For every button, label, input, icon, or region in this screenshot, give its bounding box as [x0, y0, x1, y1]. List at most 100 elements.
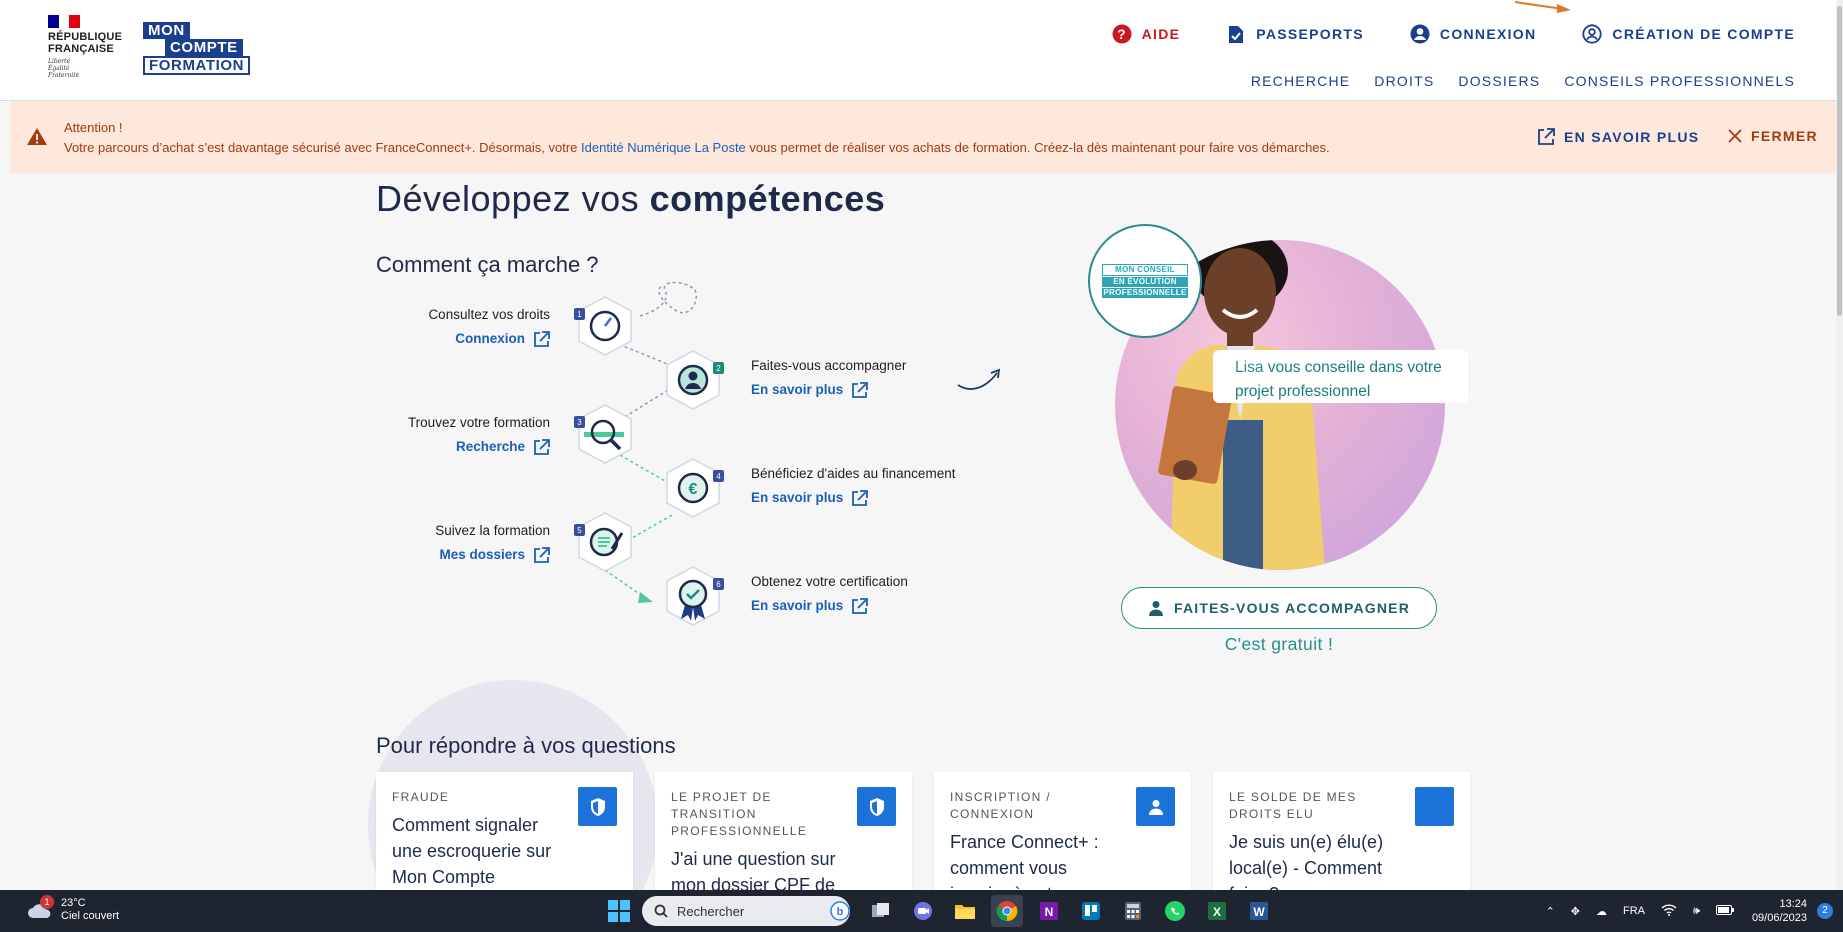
faq-card-inscription[interactable]: INSCRIPTION / CONNEXION France Connect+ … — [934, 772, 1191, 892]
card-category: LE SOLDE DE MES DROITS ELU — [1229, 790, 1357, 821]
alert-banner: Attention ! Votre parcours d’achat s’est… — [10, 101, 1843, 173]
rf-line2: FRANÇAISE — [48, 43, 114, 55]
step-4: Bénéficiez d'aides au financement En sav… — [751, 462, 1011, 510]
alert-message-start: Votre parcours d’achat s’est davantage s… — [64, 140, 582, 155]
logo-word-mon: MON — [143, 22, 190, 39]
wifi-icon[interactable] — [1661, 903, 1677, 919]
chevron-up-icon[interactable]: ⌃ — [1546, 905, 1555, 918]
external-link-icon — [534, 438, 550, 455]
step-1: Consultez vos droits Connexion — [380, 303, 550, 351]
connexion-link[interactable]: CONNEXION — [1410, 24, 1537, 44]
onedrive-icon[interactable]: ☁ — [1596, 905, 1607, 918]
step-4-link[interactable]: En savoir plus — [751, 486, 869, 510]
step3-recherche-icon: 3 — [574, 404, 632, 464]
step-6-link[interactable]: En savoir plus — [751, 594, 869, 618]
step2-accompagner-icon: 2 — [666, 350, 724, 410]
warning-icon — [27, 128, 47, 145]
user-circle-icon — [1410, 24, 1430, 44]
shield-icon — [578, 787, 617, 826]
language-indicator[interactable]: FRA — [1623, 905, 1645, 917]
external-link-icon — [534, 330, 550, 347]
category-icon — [1415, 787, 1454, 826]
task-view-icon[interactable] — [865, 895, 897, 927]
fermer-label: FERMER — [1751, 128, 1818, 144]
external-link-icon — [852, 489, 869, 506]
free-text: C'est gratuit ! — [1224, 634, 1334, 654]
alert-title: Attention ! — [64, 120, 123, 135]
windows-taskbar: 1 23°C Ciel couvert Rechercher b N X W ⌃ … — [0, 890, 1843, 932]
logo-word-compte: COMPTE — [165, 39, 243, 56]
step-number-1: 1 — [577, 310, 582, 319]
weather-widget[interactable]: 1 23°C Ciel couvert — [27, 895, 120, 923]
weather-badge: 1 — [40, 895, 54, 909]
nav-recherche[interactable]: RECHERCHE — [1251, 73, 1350, 89]
onenote-icon[interactable]: N — [1033, 895, 1065, 927]
word-icon[interactable]: W — [1243, 895, 1275, 927]
faites-vous-accompagner-button[interactable]: FAITES-VOUS ACCOMPAGNER — [1121, 587, 1437, 629]
help-icon: ? — [1112, 24, 1132, 44]
search-icon — [654, 904, 668, 918]
excel-icon[interactable]: X — [1201, 895, 1233, 927]
step6-certification-icon: 6 — [666, 566, 724, 626]
step-1-link[interactable]: Connexion — [455, 327, 550, 351]
fermer-button[interactable]: FERMER — [1728, 128, 1818, 144]
nav-dossiers[interactable]: DOSSIERS — [1458, 73, 1540, 89]
faq-card-solde-elu[interactable]: LE SOLDE DE MES DROITS ELU Je suis un(e)… — [1213, 772, 1470, 892]
connexion-label: CONNEXION — [1439, 26, 1537, 42]
clock[interactable]: 13:24 09/06/2023 — [1752, 897, 1807, 925]
en-savoir-plus-label: EN SAVOIR PLUS — [1564, 129, 1700, 145]
dropbox-icon[interactable]: ✥ — [1571, 905, 1580, 918]
rf-motto1: Liberté — [48, 58, 71, 65]
rf-line1: RÉPUBLIQUE — [48, 31, 123, 43]
step-1-link-label: Connexion — [455, 331, 525, 346]
calculator-icon[interactable] — [1117, 895, 1149, 927]
svg-text:X: X — [1213, 905, 1221, 919]
battery-icon[interactable] — [1715, 904, 1734, 918]
chrome-icon[interactable] — [991, 895, 1023, 927]
creation-compte-label: CRÉATION DE COMPTE — [1612, 26, 1795, 42]
passeports-link[interactable]: PASSEPORTS — [1226, 24, 1364, 44]
weather-condition: Ciel couvert — [61, 910, 120, 922]
whatsapp-icon[interactable] — [1159, 895, 1191, 927]
aide-link[interactable]: ? AIDE — [1112, 24, 1181, 44]
nav-droits[interactable]: DROITS — [1374, 73, 1434, 89]
faq-card-fraude[interactable]: FRAUDE Comment signaler une escroquerie … — [376, 772, 633, 892]
page-scrollbar[interactable] — [1836, 0, 1843, 890]
card-category: FRAUDE — [392, 790, 450, 804]
teams-chat-icon[interactable] — [907, 895, 939, 927]
identite-numerique-link[interactable]: Identité Numérique La Poste — [581, 140, 746, 155]
file-explorer-icon[interactable] — [949, 895, 981, 927]
trello-icon[interactable] — [1075, 895, 1107, 927]
page-title-start: Développez vos — [376, 178, 650, 219]
step-number-4: 4 — [716, 472, 721, 481]
taskbar-search[interactable]: Rechercher b — [642, 896, 850, 926]
bing-icon: b — [830, 901, 850, 921]
mon-conseil-badge: MON CONSEIL EN ÉVOLUTION PROFESSIONNELLE — [1088, 224, 1202, 338]
step-5-link-label: Mes dossiers — [439, 547, 525, 562]
svg-text:b: b — [837, 906, 844, 918]
scrollbar-thumb[interactable] — [1837, 6, 1842, 316]
step-2-link[interactable]: En savoir plus — [751, 378, 869, 402]
step-6: Obtenez votre certification En savoir pl… — [751, 570, 1011, 618]
step-3-link[interactable]: Recherche — [456, 435, 550, 459]
step-3: Trouvez votre formation Recherche — [380, 411, 550, 459]
svg-text:N: N — [1045, 905, 1054, 919]
card-category: LE PROJET DE TRANSITION PROFESSIONNELLE — [671, 790, 808, 838]
sub-navigation: RECHERCHE DROITS DOSSIERS CONSEILS PROFE… — [1227, 73, 1795, 89]
step-5-link[interactable]: Mes dossiers — [439, 543, 550, 567]
badge-line2: EN ÉVOLUTION — [1102, 277, 1188, 287]
svg-text:?: ? — [1117, 26, 1127, 42]
volume-icon[interactable]: 🕪 — [1693, 905, 1700, 918]
external-link-icon — [534, 546, 550, 563]
en-savoir-plus-button[interactable]: EN SAVOIR PLUS — [1537, 128, 1699, 146]
windows-start-icon[interactable] — [603, 895, 635, 927]
mon-compte-formation-logo[interactable]: MON COMPTE FORMATION — [143, 22, 251, 76]
faq-card-transition[interactable]: LE PROJET DE TRANSITION PROFESSIONNELLE … — [655, 772, 912, 892]
step-5: Suivez la formation Mes dossiers — [380, 519, 550, 567]
notification-badge[interactable]: 2 — [1817, 903, 1833, 919]
creation-compte-link[interactable]: CRÉATION DE COMPTE — [1582, 24, 1795, 44]
card-category: INSCRIPTION / CONNEXION — [950, 790, 1051, 821]
alert-message: Votre parcours d’achat s’est davantage s… — [64, 140, 1330, 155]
republique-francaise-logo[interactable]: RÉPUBLIQUE FRANÇAISE Liberté Égalité Frater… — [48, 15, 128, 79]
nav-conseils-professionnels[interactable]: CONSEILS PROFESSIONNELS — [1564, 73, 1795, 89]
